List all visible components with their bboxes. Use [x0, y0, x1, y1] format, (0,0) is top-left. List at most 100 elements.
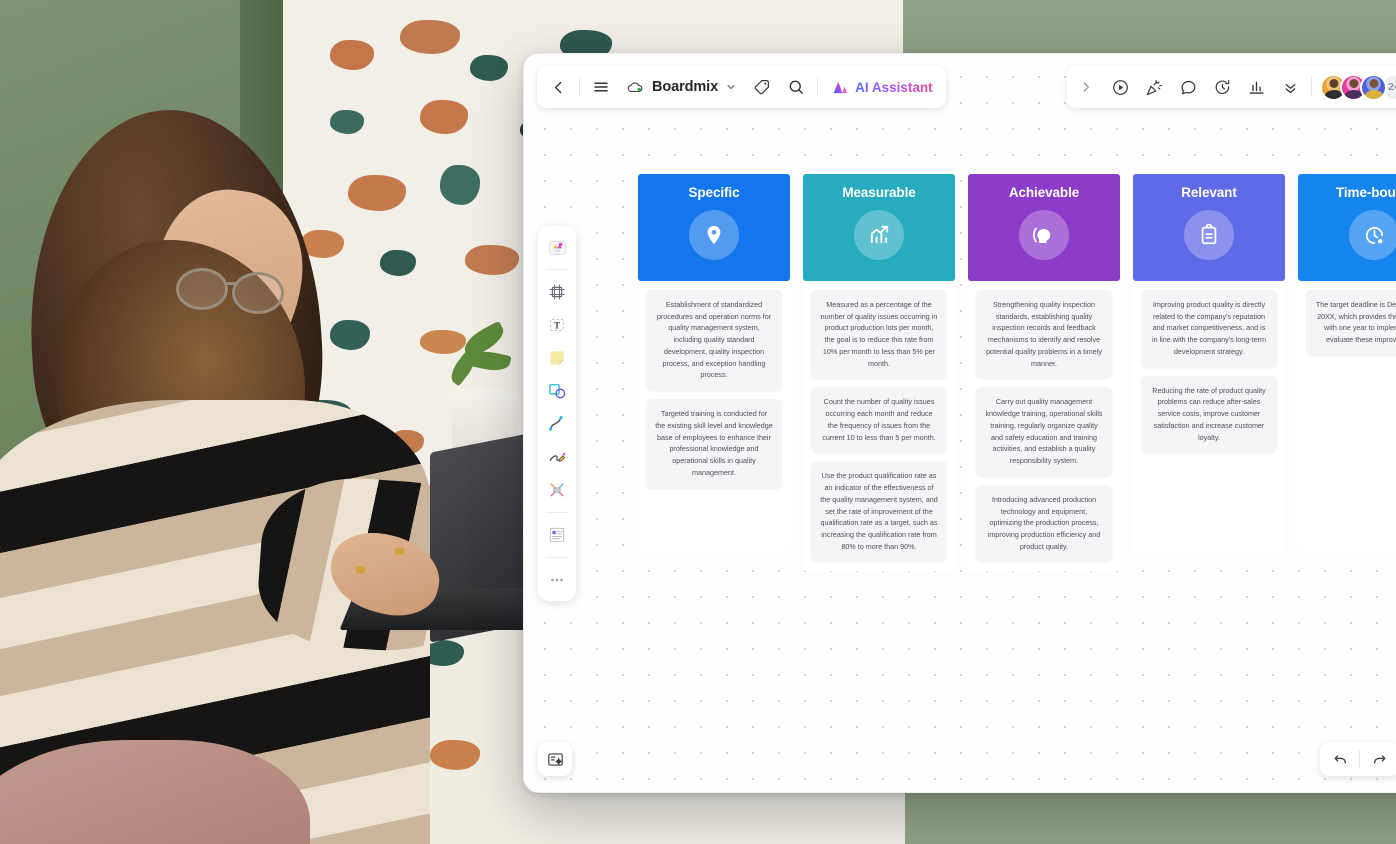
tool-more[interactable]	[542, 565, 572, 595]
sticky-note[interactable]: Targeted training is conducted for the e…	[646, 399, 782, 488]
chevron-down-icon	[725, 81, 737, 93]
tool-sticky-note[interactable]	[542, 343, 572, 373]
tool-document[interactable]	[542, 520, 572, 550]
more-tools-button[interactable]	[1273, 70, 1307, 104]
terrazzo-speck	[400, 20, 460, 54]
rail-divider	[546, 512, 568, 513]
terrazzo-speck	[430, 740, 480, 770]
terrazzo-speck	[330, 320, 370, 350]
celebrate-button[interactable]	[1137, 70, 1171, 104]
expand-panel-button[interactable]	[1069, 70, 1103, 104]
clipboard-icon	[1184, 210, 1234, 260]
column-title: Relevant	[1181, 185, 1237, 200]
tool-text[interactable]: T	[542, 310, 572, 340]
rail-divider	[546, 269, 568, 270]
finger-ring	[395, 548, 404, 555]
brand-name: Boardmix	[652, 79, 719, 95]
column-body: Measured as a percentage of the number o…	[803, 281, 955, 572]
sticky-note[interactable]: Reducing the rate of product quality pro…	[1141, 375, 1277, 453]
smart-column-measurable: Measurable Measured as a percentage of t…	[803, 174, 955, 572]
sticky-note[interactable]: Count the number of quality issues occur…	[811, 387, 947, 453]
present-button[interactable]	[1103, 70, 1137, 104]
history-controls	[1320, 742, 1396, 776]
terrazzo-speck	[380, 250, 416, 276]
terrazzo-speck	[465, 245, 519, 275]
toolbar-divider	[817, 77, 819, 97]
terrazzo-speck	[420, 330, 466, 354]
smart-column-time-bound: Time-bound The target deadline is Decemb…	[1298, 174, 1396, 571]
sticky-note[interactable]: Carry out quality management knowledge t…	[976, 387, 1112, 476]
toolbar-divider	[579, 77, 580, 97]
clock-person-icon	[1349, 210, 1396, 260]
column-title: Time-bound	[1336, 185, 1396, 200]
bottom-right-controls: 100%	[1320, 742, 1396, 776]
sticky-note[interactable]: Improving product quality is directly re…	[1141, 290, 1277, 367]
tag-button[interactable]	[745, 70, 779, 104]
avatar[interactable]	[1360, 73, 1388, 101]
tool-mindmap[interactable]	[542, 475, 572, 505]
column-body: Improving product quality is directly re…	[1133, 281, 1285, 551]
terrazzo-speck	[420, 100, 468, 134]
redo-button[interactable]	[1363, 745, 1395, 773]
eyeglasses-left-lens	[176, 268, 228, 310]
toolbar-divider	[1311, 77, 1313, 97]
cloud-icon	[626, 78, 645, 97]
search-button[interactable]	[779, 70, 813, 104]
boardmix-app-window: Specific Establishment of standardized p…	[523, 53, 1396, 793]
control-divider	[1359, 750, 1361, 768]
sticky-note[interactable]: Measured as a percentage of the number o…	[811, 290, 947, 379]
ai-assistant-label: AI Assistant	[855, 79, 933, 95]
tool-templates[interactable]	[542, 232, 572, 262]
sticky-note[interactable]: Strengthening quality inspection standar…	[976, 290, 1112, 379]
column-header[interactable]: Relevant	[1133, 174, 1285, 281]
tool-connector[interactable]	[542, 409, 572, 439]
top-toolbar-left: Boardmix AI Assistant	[537, 66, 946, 108]
column-header[interactable]: Specific	[638, 174, 790, 281]
menu-button[interactable]	[584, 70, 618, 104]
head-idea-icon	[1019, 210, 1069, 260]
column-title: Specific	[688, 185, 740, 200]
column-body: Establishment of standardized procedures…	[638, 281, 790, 551]
board-settings-button[interactable]	[538, 742, 572, 776]
location-pin-icon	[689, 210, 739, 260]
comment-button[interactable]	[1171, 70, 1205, 104]
eyeglasses-right-lens	[232, 272, 284, 314]
svg-text:T: T	[554, 320, 560, 330]
column-body: Strengthening quality inspection standar…	[968, 281, 1120, 572]
smart-column-specific: Specific Establishment of standardized p…	[638, 174, 790, 571]
sticky-note[interactable]: Use the product qualification rate as an…	[811, 461, 947, 562]
growth-chart-icon	[854, 210, 904, 260]
brand-button[interactable]: Boardmix	[618, 70, 745, 104]
terrazzo-speck	[470, 55, 508, 81]
column-header[interactable]: Time-bound	[1298, 174, 1396, 281]
tool-shapes[interactable]	[542, 376, 572, 406]
eyeglasses-bridge	[226, 282, 238, 285]
collaborator-avatars[interactable]: 24	[1320, 73, 1396, 101]
timer-button[interactable]	[1205, 70, 1239, 104]
sticky-note[interactable]: The target deadline is December 31, 20XX…	[1306, 290, 1396, 355]
ai-assistant-button[interactable]: AI Assistant	[822, 70, 942, 104]
terrazzo-speck	[440, 165, 480, 205]
undo-button[interactable]	[1324, 745, 1356, 773]
top-toolbar-right: 24 Share	[1067, 66, 1396, 108]
tool-pen[interactable]	[542, 442, 572, 472]
chart-button[interactable]	[1239, 70, 1273, 104]
column-body: The target deadline is December 31, 20XX…	[1298, 281, 1396, 551]
column-header[interactable]: Measurable	[803, 174, 955, 281]
sticky-note[interactable]: Establishment of standardized procedures…	[646, 290, 782, 391]
rail-divider	[546, 557, 568, 558]
smart-column-achievable: Achievable Strengthening quality inspect…	[968, 174, 1120, 572]
terrazzo-speck	[348, 175, 406, 211]
tool-frame[interactable]	[542, 277, 572, 307]
column-header[interactable]: Achievable	[968, 174, 1120, 281]
smart-column-relevant: Relevant Improving product quality is di…	[1133, 174, 1285, 571]
column-title: Measurable	[842, 185, 916, 200]
tool-rail: T	[538, 226, 576, 601]
terrazzo-speck	[330, 40, 374, 70]
smart-goal-board: Specific Establishment of standardized p…	[638, 174, 1396, 572]
back-button[interactable]	[541, 70, 575, 104]
sticky-note[interactable]: Introducing advanced production technolo…	[976, 484, 1112, 562]
terrazzo-speck	[330, 110, 364, 134]
column-title: Achievable	[1008, 185, 1080, 200]
finger-ring	[356, 566, 365, 573]
